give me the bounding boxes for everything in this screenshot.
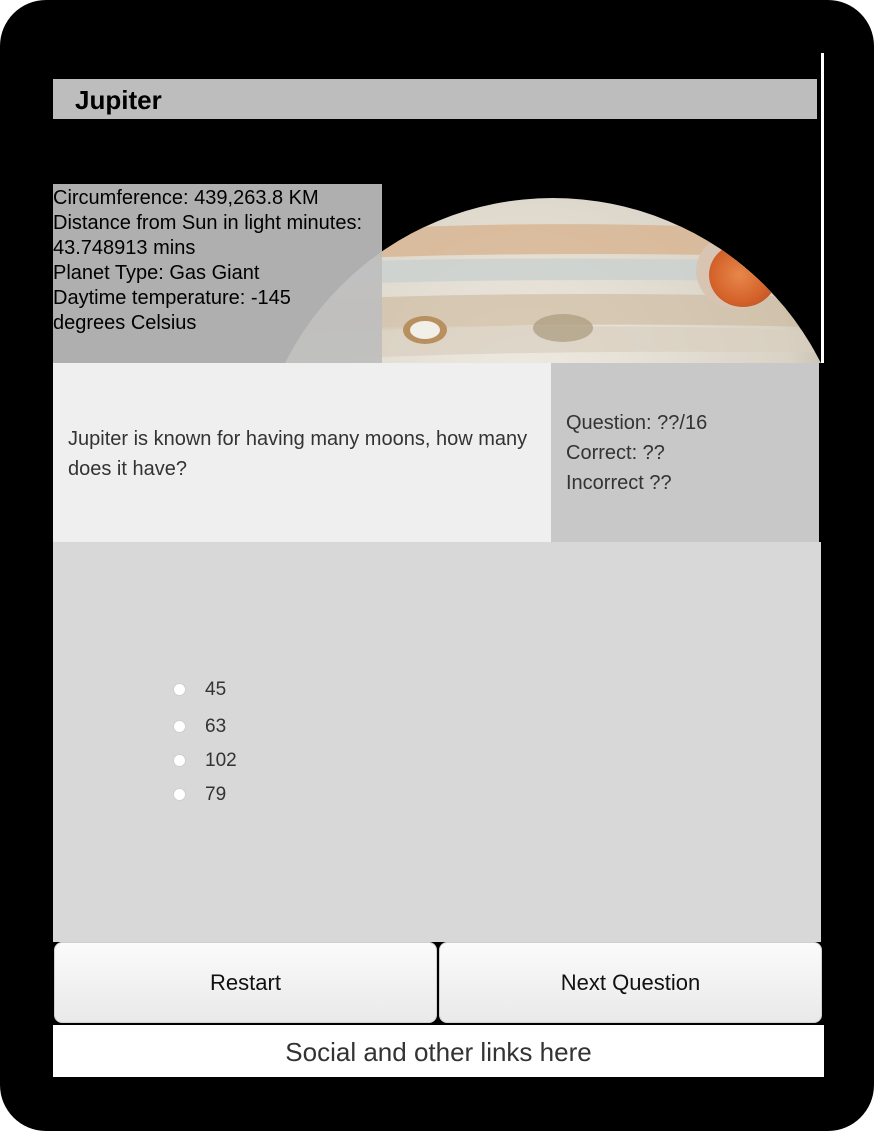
radio-button[interactable] xyxy=(173,683,186,696)
device-frame: Jupiter Circumference: 439,263.8 KM Dist… xyxy=(0,0,874,1131)
app-screen: Jupiter Circumference: 439,263.8 KM Dist… xyxy=(53,53,824,1077)
answer-label[interactable]: 63 xyxy=(205,716,226,738)
incorrect-counter: Incorrect ?? xyxy=(566,472,672,494)
info-line: Daytime temperature: -145 xyxy=(53,287,291,309)
answer-label[interactable]: 102 xyxy=(205,750,237,772)
radio-button[interactable] xyxy=(173,754,186,767)
answer-label[interactable]: 79 xyxy=(205,784,226,806)
next-question-button[interactable]: Next Question xyxy=(439,942,822,1023)
info-line: Distance from Sun in light minutes: xyxy=(53,212,363,234)
radio-button[interactable] xyxy=(173,720,186,733)
title-bar: Jupiter xyxy=(53,79,817,119)
footer: Social and other links here xyxy=(53,1025,824,1077)
info-line: Circumference: 439,263.8 KM xyxy=(53,187,319,209)
answers-panel: 45 63 102 79 xyxy=(53,542,821,942)
info-line: 43.748913 mins xyxy=(53,237,196,259)
score-panel: Question: ??/16 Correct: ?? Incorrect ?? xyxy=(551,363,819,542)
question-panel: Jupiter is known for having many moons, … xyxy=(53,363,551,542)
radio-button[interactable] xyxy=(173,788,186,801)
info-line: Planet Type: Gas Giant xyxy=(53,262,260,284)
correct-counter: Correct: ?? xyxy=(566,442,665,464)
page-title: Jupiter xyxy=(75,85,162,115)
footer-links-text: Social and other links here xyxy=(285,1037,592,1067)
planet-info-box: Circumference: 439,263.8 KM Distance fro… xyxy=(53,184,382,365)
scroll-edge xyxy=(821,53,824,363)
question-text: Jupiter is known for having many moons, … xyxy=(68,428,528,480)
answer-label[interactable]: 45 xyxy=(205,679,226,701)
info-line: degrees Celsius xyxy=(53,312,197,334)
restart-button[interactable]: Restart xyxy=(54,942,437,1023)
question-counter: Question: ??/16 xyxy=(566,412,708,434)
